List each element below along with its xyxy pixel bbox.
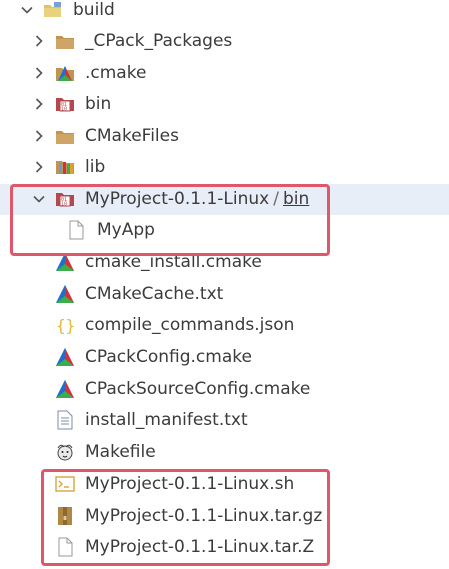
chevron-right-icon[interactable] [32, 160, 46, 174]
tree-item-label: compile_commands.json [85, 315, 295, 335]
tree-item-label: install_manifest.txt [85, 410, 248, 430]
tree-item-label: lib [85, 157, 106, 177]
chevron-right-icon[interactable] [32, 97, 46, 111]
chevron-right-icon[interactable] [32, 34, 46, 48]
chevron-right-icon[interactable] [32, 66, 46, 80]
tree-item-cpackconfig[interactable]: CPackConfig.cmake [0, 342, 449, 373]
tree-item-build[interactable]: build [0, 0, 449, 26]
text-file-icon [55, 410, 75, 430]
tree-item-label: _CPack_Packages [85, 31, 233, 51]
svg-text:{}: {} [56, 316, 75, 335]
cmake-icon [55, 347, 75, 367]
chevron-right-icon[interactable] [32, 129, 46, 143]
lib-folder-icon [55, 157, 75, 177]
tree-item-label: CPackConfig.cmake [85, 347, 252, 367]
tree-item-cmakefiles[interactable]: CMakeFiles [0, 121, 449, 152]
tree-item-label: Makefile [85, 442, 156, 462]
tree-item-cpacksourceconfig[interactable]: CPackSourceConfig.cmake [0, 374, 449, 405]
highlight-box-packages [41, 469, 330, 566]
folder-build-icon [43, 0, 63, 20]
tree-item-install-manifest[interactable]: install_manifest.txt [0, 405, 449, 436]
folder-icon [55, 127, 75, 147]
tree-item-label: CPackSourceConfig.cmake [85, 379, 311, 399]
cmake-folder-icon [55, 63, 75, 83]
tree-item-cpack-packages[interactable]: _CPack_Packages [0, 26, 449, 57]
tree-item-cmakecache[interactable]: CMakeCache.txt [0, 279, 449, 310]
tree-item-label: .cmake [85, 63, 147, 83]
gnu-makefile-icon [55, 442, 75, 462]
tree-item-compile-commands[interactable]: {} compile_commands.json [0, 310, 449, 341]
tree-item-label: CMakeCache.txt [85, 284, 224, 304]
cmake-icon [55, 379, 75, 399]
folder-icon [55, 32, 75, 52]
tree-item-cmake-folder[interactable]: .cmake [0, 58, 449, 89]
tree-item-makefile[interactable]: Makefile [0, 437, 449, 468]
cmake-icon [55, 284, 75, 304]
tree-item-label: build [73, 0, 115, 20]
tree-item-label: CMakeFiles [85, 126, 179, 146]
tree-item-label: bin [85, 94, 112, 114]
svg-text:10: 10 [61, 107, 67, 113]
json-icon: {} [55, 315, 75, 335]
tree-item-lib[interactable]: lib [0, 152, 449, 183]
bin-folder-icon: 01 10 [55, 94, 75, 114]
highlight-box-install-folder [10, 184, 330, 256]
tree-item-bin[interactable]: 01 10 bin [0, 89, 449, 120]
chevron-down-icon[interactable] [20, 3, 34, 17]
